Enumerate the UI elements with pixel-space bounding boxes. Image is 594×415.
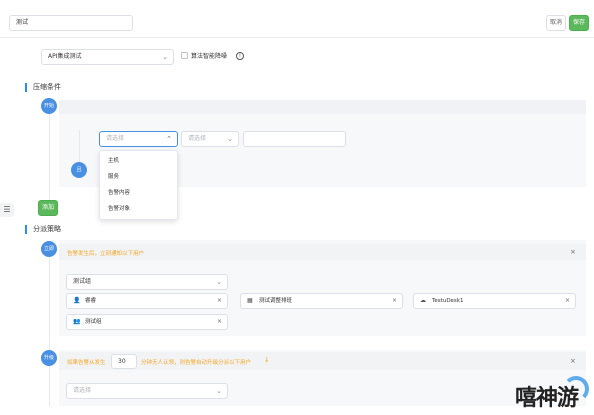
- chevron-up-icon: ⌃: [166, 135, 172, 143]
- recipient-desk[interactable]: ☁ TestuDesk1 ×: [413, 293, 576, 309]
- dropdown-option-alert-object[interactable]: 告警对象: [100, 201, 177, 217]
- menu-collapse-icon[interactable]: ☰: [0, 203, 14, 217]
- dispatch-section-title: 分派策略: [25, 225, 61, 234]
- chevron-down-icon: ⌄: [162, 53, 168, 61]
- close-icon[interactable]: ×: [570, 357, 576, 365]
- remove-icon[interactable]: ×: [217, 294, 222, 308]
- escalate-badge: 升级: [41, 350, 57, 366]
- user-icon: 👤: [73, 297, 81, 304]
- integration-select-value: API集成测试: [48, 53, 82, 60]
- dropdown-option-alert-content[interactable]: 告警内容: [100, 185, 177, 201]
- recipient-group-label: 测试组: [85, 319, 102, 325]
- remove-icon[interactable]: ×: [392, 294, 397, 308]
- info-icon[interactable]: i: [236, 52, 244, 60]
- escalate-minutes-value: 30: [118, 358, 126, 365]
- condition-field-select[interactable]: 请选择 ⌃: [99, 131, 178, 147]
- desk-icon: ☁: [420, 297, 426, 304]
- group-select[interactable]: 测试组 ⌄: [66, 274, 228, 290]
- group-select-value: 测试组: [73, 278, 92, 285]
- dropdown-option-host[interactable]: 主机: [100, 153, 177, 169]
- algorithm-denoise-checkbox[interactable]: [181, 52, 188, 59]
- recipient-schedule-label: 测试调整排班: [259, 298, 293, 304]
- remove-icon[interactable]: ×: [217, 315, 222, 329]
- watermark-text: 嘻神游: [515, 385, 579, 411]
- cancel-button[interactable]: 取消: [546, 15, 566, 31]
- algorithm-denoise-label: 算法智能降噪: [191, 53, 228, 60]
- escalate-select[interactable]: 请选择 ⌄: [66, 383, 228, 399]
- alert-name-value: 测试: [16, 19, 29, 26]
- watermark-logo: 嘻神游: [513, 374, 591, 412]
- group-icon: 👥: [73, 318, 81, 325]
- compress-section-title: 压缩条件: [25, 83, 61, 92]
- condition-operator-placeholder: 请选择: [188, 135, 207, 142]
- dispatch-connector-line: [49, 256, 50, 406]
- recipient-user-label: 睿睿: [85, 298, 97, 304]
- escalate-select-placeholder: 请选择: [73, 387, 92, 394]
- chevron-down-icon: ⌄: [216, 278, 222, 286]
- escalate-suffix-text: 分钟无人认领，则告警自动升级分派以下用户: [141, 360, 252, 366]
- arrow-down-icon: ↓: [264, 356, 270, 364]
- escalate-header-bar: [59, 352, 586, 370]
- condition-field-dropdown: 主机 服务 告警内容 告警对象: [99, 150, 178, 220]
- recipient-desk-label: TestuDesk1: [432, 298, 464, 304]
- recipient-user[interactable]: 👤 睿睿 ×: [66, 293, 228, 309]
- alert-name-input[interactable]: 测试: [9, 15, 133, 31]
- escalate-minutes-input[interactable]: 30: [111, 354, 137, 369]
- immediate-badge: 立即: [41, 241, 57, 257]
- condition-value-input[interactable]: [243, 131, 346, 147]
- escalate-prefix-text: 如果告警从发生: [67, 360, 106, 366]
- start-badge: 开始: [41, 98, 57, 114]
- schedule-icon: ▦: [247, 297, 253, 304]
- save-button[interactable]: 保存: [569, 15, 589, 31]
- recipient-schedule[interactable]: ▦ 测试调整排班 ×: [240, 293, 403, 309]
- close-icon[interactable]: ×: [570, 248, 576, 256]
- chevron-down-icon: ⌄: [216, 387, 222, 395]
- and-badge: 且: [71, 162, 87, 178]
- recipient-group[interactable]: 👥 测试组 ×: [66, 314, 228, 330]
- chevron-down-icon: ⌄: [227, 135, 233, 143]
- condition-field-placeholder: 请选择: [106, 135, 125, 142]
- condition-operator-select[interactable]: 请选择 ⌄: [181, 131, 239, 147]
- remove-icon[interactable]: ×: [565, 294, 570, 308]
- immediate-notify-text: 告警发生后，立刻通知以下用户: [67, 251, 145, 257]
- header-divider: [0, 37, 594, 38]
- integration-select[interactable]: API集成测试 ⌄: [41, 49, 174, 65]
- dropdown-option-service[interactable]: 服务: [100, 169, 177, 185]
- add-condition-button[interactable]: 添加: [38, 200, 58, 216]
- compress-top-bar: [59, 100, 586, 114]
- compress-connector-line: [49, 114, 50, 202]
